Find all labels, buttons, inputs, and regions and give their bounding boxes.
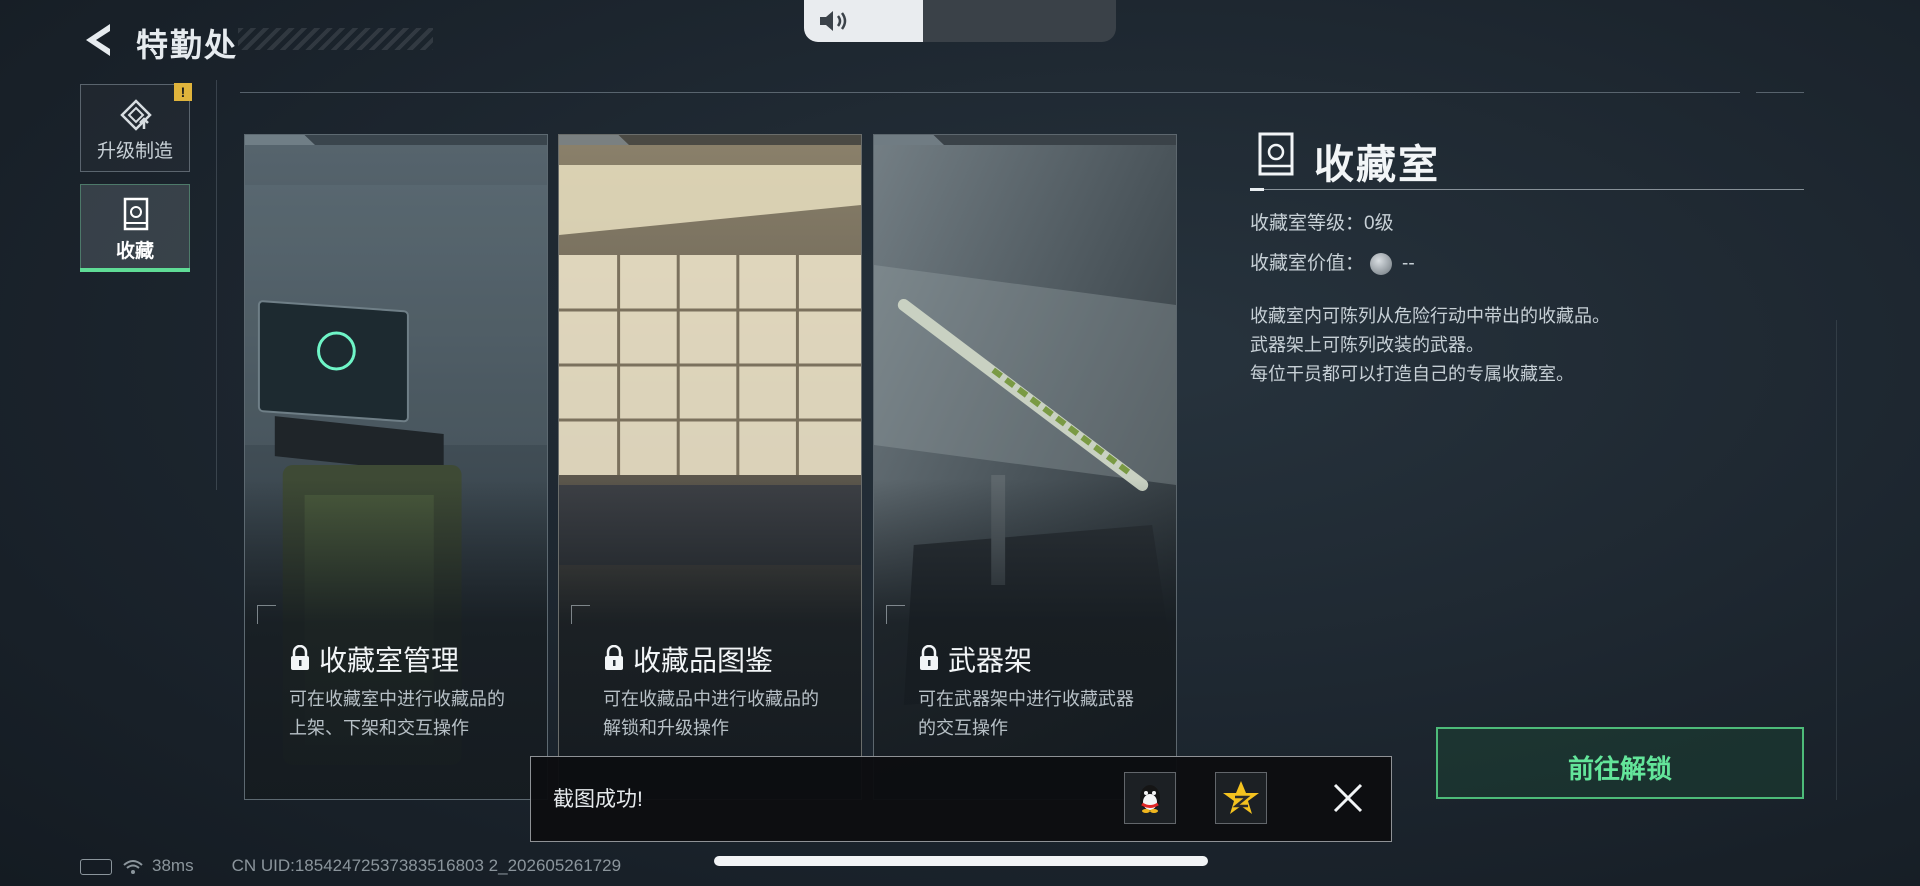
corner-decoration xyxy=(571,605,590,624)
upgrade-icon xyxy=(120,99,152,131)
divider xyxy=(1250,189,1804,190)
card-tab xyxy=(245,135,315,145)
title-decoration xyxy=(238,28,433,50)
selected-indicator xyxy=(80,268,190,272)
volume-indicator xyxy=(804,0,1116,42)
description-line: 收藏室内可陈列从危险行动中带出的收藏品。 xyxy=(1250,306,1610,326)
card-description: 可在收藏品中进行收藏品的 解锁和升级操作 xyxy=(603,685,853,743)
toast-message: 截图成功! xyxy=(553,788,643,811)
corner-decoration xyxy=(886,605,905,624)
room-level-row: 收藏室等级：0级 xyxy=(1250,208,1394,235)
card-description-line: 可在收藏品中进行收藏品的 xyxy=(603,689,819,709)
qq-icon xyxy=(1140,785,1160,813)
divider xyxy=(1756,92,1804,93)
card-description: 可在武器架中进行收藏武器 的交互操作 xyxy=(918,685,1168,743)
lock-icon xyxy=(605,645,623,670)
card-description: 可在收藏室中进行收藏品的 上架、下架和交互操作 xyxy=(289,685,539,743)
card-title: 收藏品图鉴 xyxy=(633,645,774,676)
page-title: 特勤处 xyxy=(136,27,239,63)
go-unlock-button[interactable]: 前往解锁 xyxy=(1436,727,1804,799)
lock-icon xyxy=(291,645,309,670)
card-description-line: 的交互操作 xyxy=(918,718,1008,738)
divider-accent xyxy=(1250,188,1264,191)
speaker-icon xyxy=(820,11,847,31)
ping-text: 38ms xyxy=(152,856,194,875)
card-title: 武器架 xyxy=(948,645,1033,676)
currency-coin-icon xyxy=(1370,252,1393,275)
card-description-line: 上架、下架和交互操作 xyxy=(289,718,469,738)
panel-title: 收藏室 xyxy=(1314,143,1440,187)
lock-icon xyxy=(920,645,938,670)
room-value-label: 收藏室价值： xyxy=(1250,253,1365,274)
screenshot-toast: 截图成功! xyxy=(530,756,1392,842)
room-level-value: 0级 xyxy=(1364,213,1394,234)
go-unlock-label: 前往解锁 xyxy=(1567,754,1672,784)
close-icon[interactable] xyxy=(1325,775,1371,821)
card-description-line: 解锁和升级操作 xyxy=(603,718,729,738)
divider xyxy=(1836,320,1837,800)
sidebar-item-label: 收藏 xyxy=(115,241,154,262)
card-title: 收藏室管理 xyxy=(319,645,460,676)
card-tab xyxy=(874,135,944,145)
share-qzone-button[interactable] xyxy=(1215,772,1267,824)
card-tab xyxy=(559,135,629,145)
description-line: 武器架上可陈列改装的武器。 xyxy=(1250,335,1484,355)
uid-text: CN UID:18542472537383516803 2_2026052617… xyxy=(231,856,622,875)
card-collectibles-catalog[interactable]: 收藏品图鉴 可在收藏品中进行收藏品的 解锁和升级操作 xyxy=(558,134,862,800)
description-line: 每位干员都可以打造自己的专属收藏室。 xyxy=(1250,364,1574,384)
home-indicator[interactable] xyxy=(714,856,1208,866)
room-value-value: -- xyxy=(1402,253,1415,274)
collection-room-icon xyxy=(123,197,149,231)
back-arrow-icon[interactable] xyxy=(80,20,120,60)
battery-icon xyxy=(80,858,112,875)
share-qq-button[interactable] xyxy=(1124,772,1176,824)
corner-decoration xyxy=(257,605,276,624)
alert-badge: ! xyxy=(174,83,192,101)
room-value-row: 收藏室价值： -- xyxy=(1250,248,1415,275)
sidebar-item-collection[interactable]: 收藏 xyxy=(80,184,190,272)
card-description-line: 可在收藏室中进行收藏品的 xyxy=(289,689,505,709)
wifi-icon xyxy=(123,859,143,874)
status-bar: 38ms CN UID:18542472537383516803 2_202605… xyxy=(80,856,621,880)
card-description-line: 可在武器架中进行收藏武器 xyxy=(918,689,1134,709)
card-weapon-rack[interactable]: 武器架 可在武器架中进行收藏武器 的交互操作 xyxy=(873,134,1177,800)
qzone-icon xyxy=(1223,781,1259,814)
divider xyxy=(240,92,1740,93)
panel-description: 收藏室内可陈列从危险行动中带出的收藏品。 武器架上可陈列改装的武器。 每位干员都… xyxy=(1250,302,1610,389)
room-level-label: 收藏室等级： xyxy=(1250,213,1365,234)
sidebar-item-label: 升级制造 xyxy=(96,141,173,162)
card-collection-management[interactable]: 收藏室管理 可在收藏室中进行收藏品的 上架、下架和交互操作 xyxy=(244,134,548,800)
collection-room-icon xyxy=(1258,132,1294,176)
divider xyxy=(216,80,217,490)
